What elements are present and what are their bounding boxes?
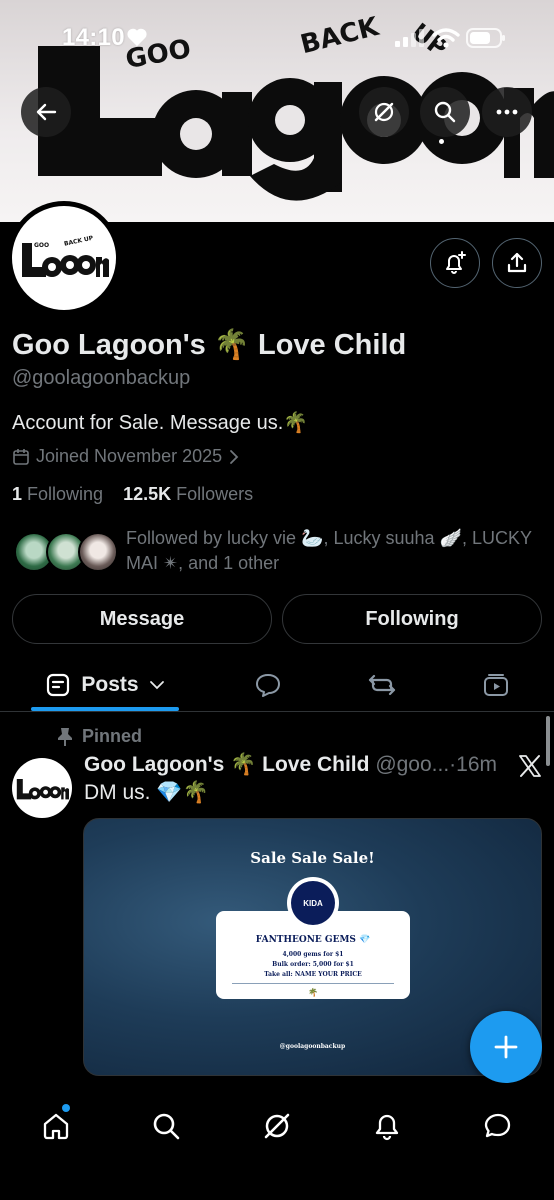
status-time: 14:10 <box>62 24 125 51</box>
compose-button[interactable] <box>470 1011 542 1083</box>
profile-bio: Account for Sale. Message us.🌴 <box>12 412 309 434</box>
followers-label: Followers <box>176 484 254 504</box>
following-button[interactable]: Following <box>282 594 542 644</box>
messages-icon <box>484 1113 511 1138</box>
search-button[interactable] <box>420 87 470 137</box>
signal-icon <box>395 29 424 47</box>
joined-text: Joined November 2025 <box>36 446 223 466</box>
post-header[interactable]: Goo Lagoon's 🌴 Love Child @goo...·16m <box>84 753 497 777</box>
following-count: 1 <box>12 484 23 504</box>
chevron-down-icon <box>149 681 164 690</box>
followed-by-row[interactable]: Followed by lucky vie 🦢, Lucky suuha 🪽, … <box>14 526 544 578</box>
chevron-right-icon <box>230 449 239 464</box>
post-time: 16m <box>456 753 498 776</box>
lagoon-logo-image: GOO BACK UP <box>22 235 109 277</box>
notification-subscribe-button[interactable] <box>430 238 480 288</box>
share-icon <box>507 252 527 273</box>
following-label: Following <box>27 484 104 504</box>
plus-icon <box>494 1035 518 1059</box>
post-author-avatar[interactable] <box>12 758 72 818</box>
tab-reposts[interactable] <box>360 660 404 710</box>
search-icon <box>153 1113 180 1140</box>
more-button[interactable] <box>482 87 532 137</box>
home-icon <box>43 1113 69 1140</box>
following-link[interactable]: 1 Following <box>12 484 103 504</box>
nav-notifications[interactable] <box>367 1106 407 1146</box>
divider <box>0 711 554 712</box>
share-button[interactable] <box>492 238 542 288</box>
card-line: Bulk order: 5,000 for $1 <box>272 961 354 968</box>
post-text: DM us. 💎🌴 <box>84 781 209 804</box>
media-icon <box>484 674 508 696</box>
grok-icon <box>264 1113 290 1139</box>
calendar-icon <box>13 448 29 465</box>
x-logo-icon[interactable] <box>518 754 542 778</box>
display-name: Goo Lagoon's 🌴 Love Child <box>12 329 407 361</box>
reply-icon <box>256 674 280 697</box>
notify-icon <box>446 251 466 274</box>
scrollbar[interactable] <box>546 716 550 766</box>
bell-icon <box>375 1114 399 1141</box>
profile-handle: @goolagoonbackup <box>12 367 191 389</box>
message-button[interactable]: Message <box>12 594 272 644</box>
card-line: 4,000 gems for $1 <box>282 951 344 958</box>
pinned-indicator: Pinned <box>56 726 142 747</box>
heart-icon <box>127 28 147 47</box>
tab-posts-label: Posts <box>81 673 139 696</box>
wifi-icon <box>432 28 460 48</box>
profile-avatar[interactable]: GOO BACK UP <box>7 201 121 315</box>
followed-by-text: Followed by lucky vie 🦢, Lucky suuha 🪽, … <box>126 528 532 573</box>
grok-button[interactable] <box>359 87 409 137</box>
pinned-label: Pinned <box>82 726 143 746</box>
nav-search[interactable] <box>146 1106 186 1146</box>
profile-tabs: Posts <box>0 660 554 712</box>
bottom-navigation <box>0 1086 554 1200</box>
status-bar: 14:10 <box>0 0 554 70</box>
grok-icon <box>374 102 394 122</box>
svg-text:GOO: GOO <box>34 242 49 249</box>
card-title: FANTHEONE GEMS 💎 <box>255 935 371 945</box>
media-badge: KIDA <box>287 877 339 929</box>
back-arrow-icon <box>36 103 57 121</box>
follower-avatar <box>78 532 118 572</box>
nav-home[interactable] <box>36 1106 76 1146</box>
nav-messages[interactable] <box>478 1106 518 1146</box>
joined-date[interactable]: Joined November 2025 <box>12 446 240 467</box>
back-button[interactable] <box>21 87 71 137</box>
nav-grok[interactable] <box>257 1106 297 1146</box>
pin-icon <box>58 727 72 746</box>
followers-count: 12.5K <box>123 484 172 504</box>
card-line: Take all: NAME YOUR PRICE <box>264 971 362 978</box>
more-icon <box>496 109 518 115</box>
lagoon-logo-small-image <box>16 779 69 800</box>
tab-media[interactable] <box>474 660 518 710</box>
search-icon <box>434 101 456 123</box>
card-divider <box>232 983 394 984</box>
followers-link[interactable]: 12.5K Followers <box>123 484 253 504</box>
follow-counts: 1 Following 12.5K Followers <box>12 484 253 505</box>
tab-posts[interactable]: Posts <box>31 660 179 710</box>
repost-icon <box>368 674 396 696</box>
battery-icon <box>466 28 505 48</box>
card-emoji: 🌴 <box>308 987 318 997</box>
page-indicator-dot <box>439 139 444 144</box>
media-title: Sale Sale Sale! <box>250 849 375 867</box>
media-badge-text: KIDA <box>291 881 335 925</box>
post-author-name: Goo Lagoon's 🌴 Love Child <box>84 753 370 776</box>
post-list-icon <box>47 673 70 697</box>
svg-text:BACK UP: BACK UP <box>63 235 94 248</box>
post-author-handle: @goo... <box>375 753 450 776</box>
tab-replies[interactable] <box>246 660 290 710</box>
unread-dot <box>62 1104 70 1112</box>
